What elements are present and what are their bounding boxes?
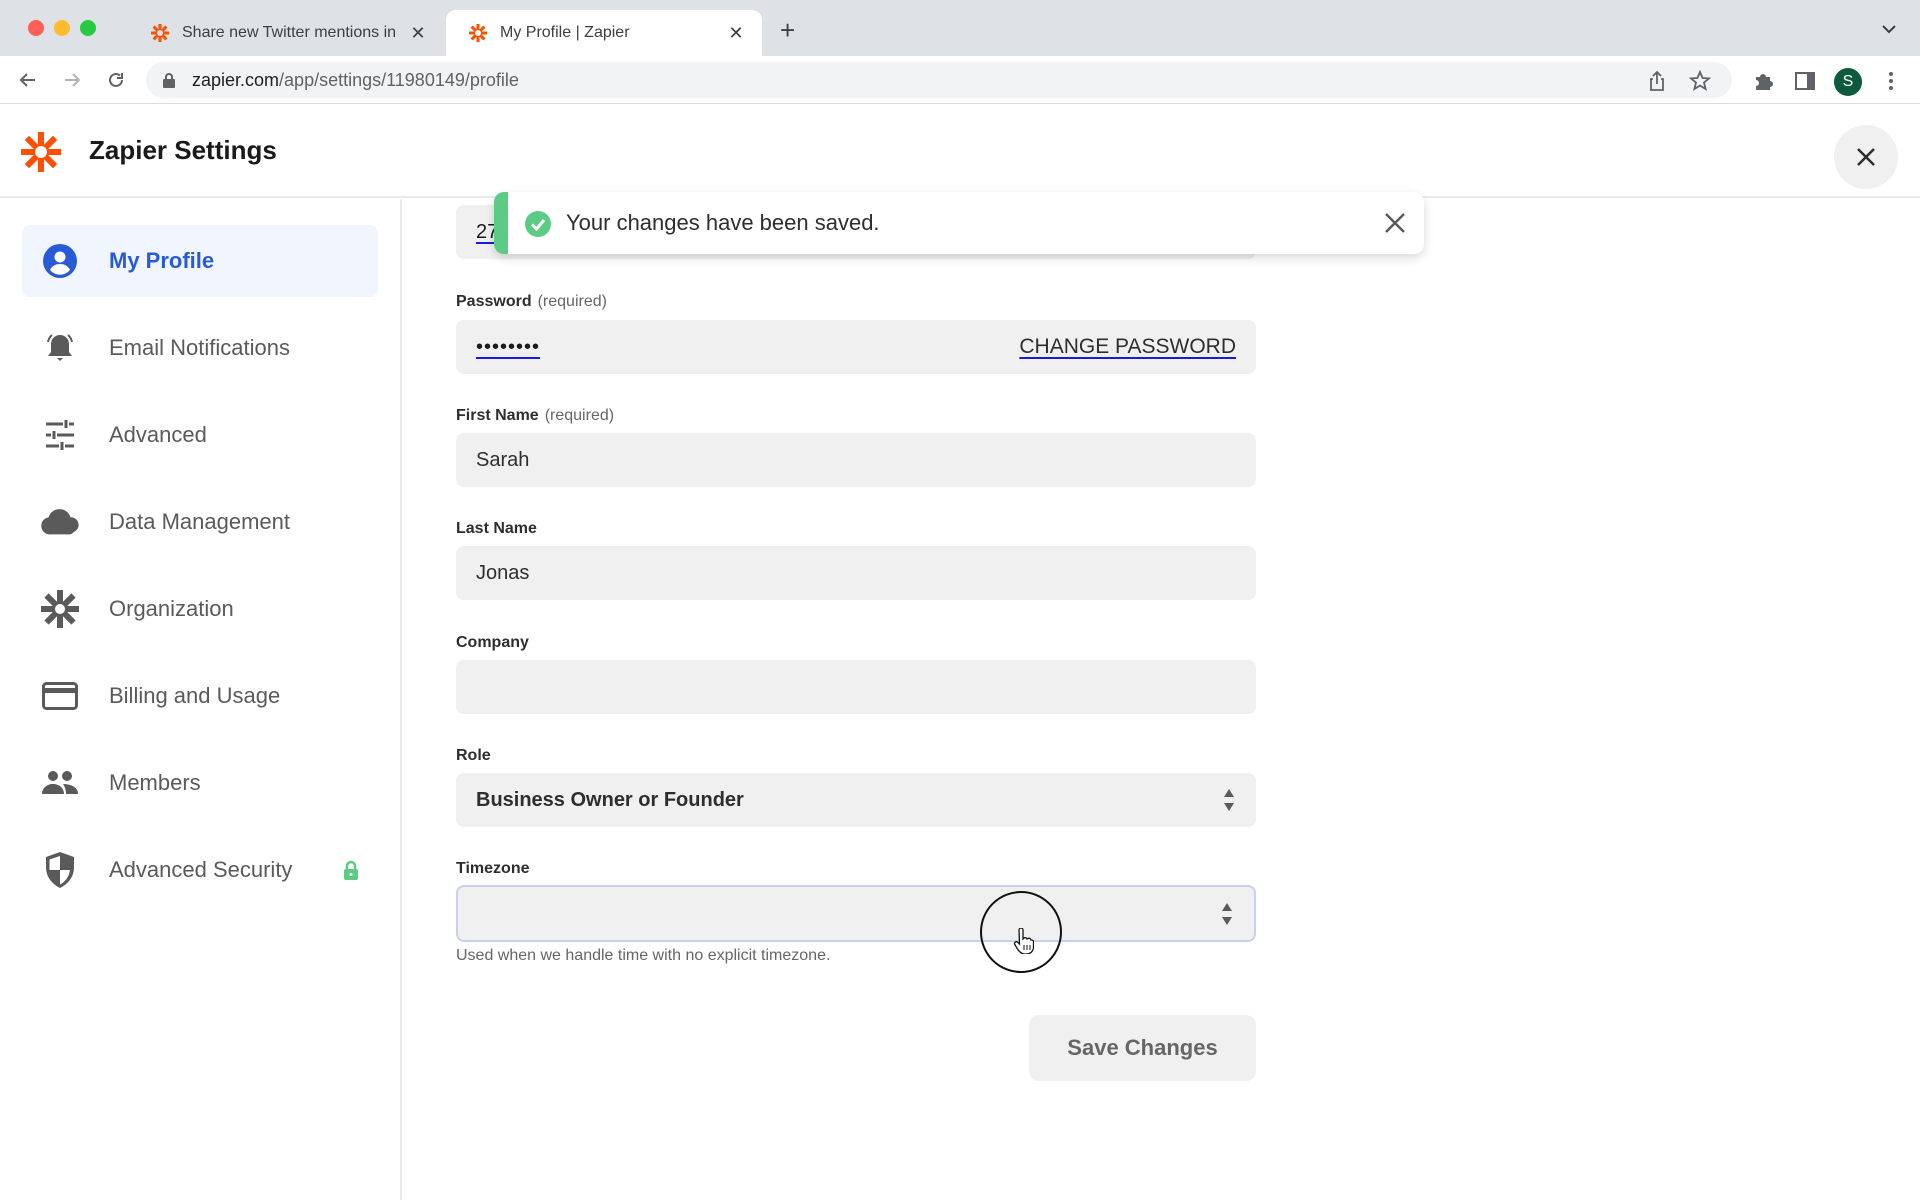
share-icon[interactable] bbox=[1646, 70, 1668, 92]
chevron-down-icon[interactable] bbox=[1880, 20, 1898, 38]
app-header: Zapier Settings bbox=[0, 105, 1920, 198]
zapier-favicon-icon bbox=[469, 24, 487, 42]
last-name-input[interactable]: Jonas bbox=[456, 546, 1256, 600]
sidebar-item-advanced-security[interactable]: Advanced Security bbox=[22, 834, 378, 906]
hand-pointer-icon bbox=[1013, 928, 1034, 954]
company-input[interactable] bbox=[456, 660, 1256, 714]
forward-button[interactable] bbox=[58, 66, 86, 94]
timezone-select[interactable] bbox=[456, 885, 1256, 942]
role-select[interactable]: Business Owner or Founder bbox=[456, 773, 1256, 827]
url-host: zapier.com bbox=[192, 69, 280, 90]
credit-card-icon bbox=[40, 676, 80, 716]
profile-avatar[interactable]: S bbox=[1834, 68, 1862, 96]
sidebar-item-email-notifications[interactable]: Email Notifications bbox=[22, 312, 378, 384]
toast-message: Your changes have been saved. bbox=[566, 210, 880, 235]
browser-tab-my-profile[interactable]: My Profile | Zapier ✕ bbox=[446, 10, 762, 56]
sidebar-item-data-management[interactable]: Data Management bbox=[22, 486, 378, 558]
zapier-logo-icon bbox=[21, 132, 61, 172]
timezone-help-text: Used when we handle time with no explici… bbox=[456, 947, 831, 964]
sidebar-item-label: Advanced bbox=[109, 422, 207, 447]
close-icon bbox=[1857, 148, 1875, 166]
user-circle-icon bbox=[40, 241, 80, 281]
role-value: Business Owner or Founder bbox=[476, 788, 744, 811]
select-arrows-icon bbox=[1224, 789, 1234, 811]
side-panel-icon[interactable] bbox=[1794, 70, 1816, 92]
browser-tab-twitter[interactable]: Share new Twitter mentions in ✕ bbox=[128, 10, 444, 56]
more-vertical-icon[interactable] bbox=[1880, 70, 1902, 92]
sidebar-item-advanced[interactable]: Advanced bbox=[22, 399, 378, 471]
back-button[interactable] bbox=[14, 66, 42, 94]
sidebar-item-label: Organization bbox=[109, 596, 234, 621]
settings-sidebar: My Profile Email Notifications Advanced … bbox=[0, 199, 402, 1200]
company-label: Company bbox=[456, 634, 529, 651]
bookmark-star-icon[interactable] bbox=[1689, 70, 1711, 92]
required-qualifier: (required) bbox=[537, 293, 607, 310]
browser-tabbar: Share new Twitter mentions in ✕ My Profi… bbox=[0, 0, 1920, 56]
last-name-label: Last Name bbox=[456, 520, 537, 537]
tab-close-icon[interactable]: ✕ bbox=[726, 23, 746, 44]
toast-accent-bar bbox=[494, 192, 508, 254]
tab-close-icon[interactable]: ✕ bbox=[408, 23, 428, 44]
role-label: Role bbox=[456, 747, 491, 764]
password-value: •••••••• bbox=[476, 335, 541, 358]
password-label-text: Password bbox=[456, 293, 532, 310]
sliders-icon bbox=[40, 415, 80, 455]
people-icon bbox=[40, 763, 80, 803]
save-changes-button[interactable]: Save Changes bbox=[1029, 1015, 1256, 1081]
timezone-label: Timezone bbox=[456, 860, 530, 877]
address-bar[interactable]: zapier.com/app/settings/11980149/profile bbox=[146, 62, 1732, 98]
check-circle-icon bbox=[525, 211, 551, 237]
extensions-puzzle-icon[interactable] bbox=[1752, 70, 1774, 92]
arrow-right-icon bbox=[65, 73, 81, 87]
lock-icon bbox=[163, 73, 175, 88]
sidebar-item-organization[interactable]: Organization bbox=[22, 573, 378, 645]
arrow-left-icon bbox=[19, 73, 35, 87]
new-tab-button[interactable]: + bbox=[780, 17, 795, 43]
sidebar-item-label: Advanced Security bbox=[109, 857, 293, 882]
password-field[interactable]: •••••••• CHANGE PASSWORD bbox=[456, 320, 1256, 374]
tab-title: Share new Twitter mentions in bbox=[182, 24, 397, 41]
sidebar-item-label: Email Notifications bbox=[109, 335, 290, 360]
success-toast: Your changes have been saved. bbox=[494, 192, 1424, 254]
reload-button[interactable] bbox=[102, 66, 130, 94]
url-path: /app/settings/11980149/profile bbox=[279, 69, 519, 90]
sidebar-item-label: Billing and Usage bbox=[109, 683, 281, 708]
sidebar-item-my-profile[interactable]: My Profile bbox=[22, 225, 378, 297]
zapier-favicon-icon bbox=[151, 24, 169, 42]
last-name-value: Jonas bbox=[476, 561, 530, 584]
first-name-label: First Name (required) bbox=[456, 407, 614, 425]
change-password-link[interactable]: CHANGE PASSWORD bbox=[1019, 335, 1236, 359]
page-title: Zapier Settings bbox=[89, 135, 277, 165]
window-close-button[interactable] bbox=[28, 20, 44, 36]
close-icon[interactable] bbox=[1382, 210, 1408, 236]
first-name-input[interactable]: Sarah bbox=[456, 433, 1256, 487]
bell-icon bbox=[40, 328, 80, 368]
required-qualifier: (required) bbox=[544, 407, 615, 424]
cloud-icon bbox=[40, 502, 80, 542]
reload-icon bbox=[109, 72, 123, 87]
shield-icon bbox=[40, 850, 80, 890]
sidebar-item-label: Data Management bbox=[109, 509, 290, 534]
window-maximize-button[interactable] bbox=[80, 20, 96, 36]
window-minimize-button[interactable] bbox=[54, 20, 70, 36]
sidebar-item-billing-and-usage[interactable]: Billing and Usage bbox=[22, 660, 378, 732]
tab-title: My Profile | Zapier bbox=[500, 24, 630, 41]
lock-icon bbox=[344, 860, 358, 880]
password-label: Password (required) bbox=[456, 293, 607, 311]
select-arrows-icon bbox=[1222, 902, 1232, 925]
sidebar-item-label: My Profile bbox=[109, 248, 215, 273]
first-name-label-text: First Name bbox=[456, 407, 539, 424]
close-settings-button[interactable] bbox=[1834, 125, 1898, 189]
browser-toolbar: zapier.com/app/settings/11980149/profile… bbox=[0, 56, 1920, 104]
first-name-value: Sarah bbox=[476, 448, 530, 471]
asterisk-icon bbox=[40, 589, 80, 629]
sidebar-item-members[interactable]: Members bbox=[22, 747, 378, 819]
sidebar-item-label: Members bbox=[109, 770, 201, 795]
